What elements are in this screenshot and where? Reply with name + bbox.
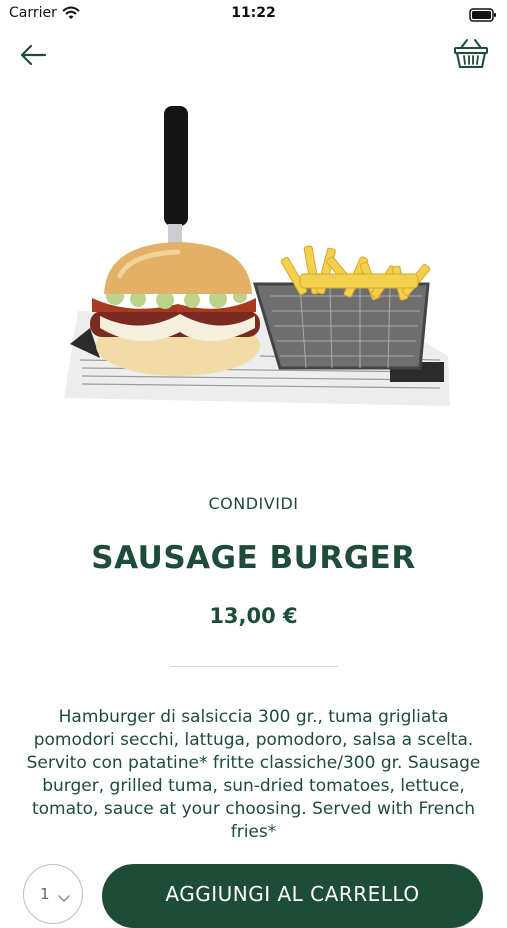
divider bbox=[170, 666, 338, 667]
product-price: 13,00 € bbox=[209, 604, 298, 628]
nav-bar bbox=[0, 38, 507, 78]
basket-icon bbox=[454, 39, 488, 68]
cart-button[interactable] bbox=[453, 38, 489, 70]
product-description: Hamburger di salsiccia 300 gr., tuma gri… bbox=[26, 707, 481, 842]
status-bar: Carrier 11:22 bbox=[0, 0, 507, 28]
quantity-selector[interactable]: 1 bbox=[23, 864, 83, 924]
status-time: 11:22 bbox=[231, 5, 276, 21]
share-link[interactable]: CONDIVIDI bbox=[0, 494, 507, 513]
product-title: SAUSAGE BURGER bbox=[91, 540, 416, 576]
chevron-down-icon bbox=[58, 888, 70, 907]
product-image bbox=[60, 106, 452, 412]
back-arrow-icon bbox=[20, 44, 47, 66]
add-to-cart-label: AGGIUNGI AL CARRELLO bbox=[165, 882, 420, 906]
back-button[interactable] bbox=[18, 40, 50, 70]
quantity-value: 1 bbox=[40, 885, 50, 903]
battery-icon bbox=[469, 7, 497, 26]
add-to-cart-button[interactable]: AGGIUNGI AL CARRELLO bbox=[102, 864, 483, 928]
